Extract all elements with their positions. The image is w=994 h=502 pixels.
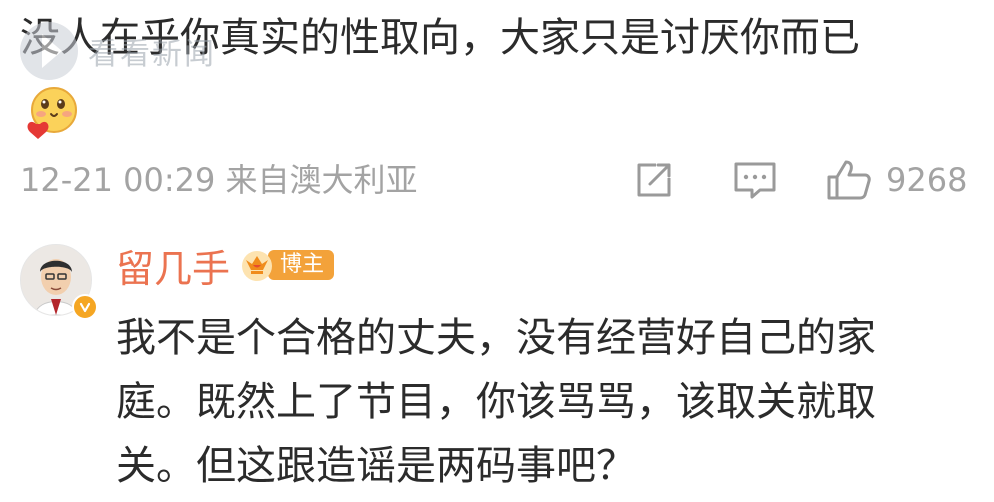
verified-badge-icon (72, 294, 98, 320)
heart-face-emoji-icon (24, 84, 80, 140)
reply-author-row: 留几手 博主 (116, 238, 335, 293)
comment-time-source: 12-21 00:29 来自澳大利亚 (20, 161, 418, 199)
like-button[interactable]: 9268 (826, 158, 967, 202)
reply-line: 关。但这跟造谣是两码事吧？ (116, 443, 636, 489)
comment-icon (734, 162, 776, 199)
share-icon (637, 163, 671, 197)
comment-meta-row: 12-21 00:29 来自澳大利亚 9268 (20, 158, 980, 202)
badge-label: 博主 (268, 250, 335, 280)
comment-button[interactable] (732, 158, 782, 202)
thumbs-up-icon (827, 160, 871, 200)
crown-icon (242, 251, 273, 281)
author-name[interactable]: 留几手 (116, 238, 230, 293)
blogger-badge: 博主 (240, 246, 335, 284)
like-count: 9268 (886, 161, 968, 199)
share-button[interactable] (634, 158, 678, 202)
reply-text: 我不是个合格的丈夫，没有经营好自己的家 庭。既然上了节目，你该骂骂，该取关就取 … (116, 306, 956, 498)
reply-line: 我不是个合格的丈夫，没有经营好自己的家 (116, 315, 876, 361)
comment-text: 没人在乎你真实的性取向，大家只是讨厌你而已 (20, 15, 860, 61)
reply-line: 庭。既然上了节目，你该骂骂，该取关就取 (116, 379, 876, 425)
